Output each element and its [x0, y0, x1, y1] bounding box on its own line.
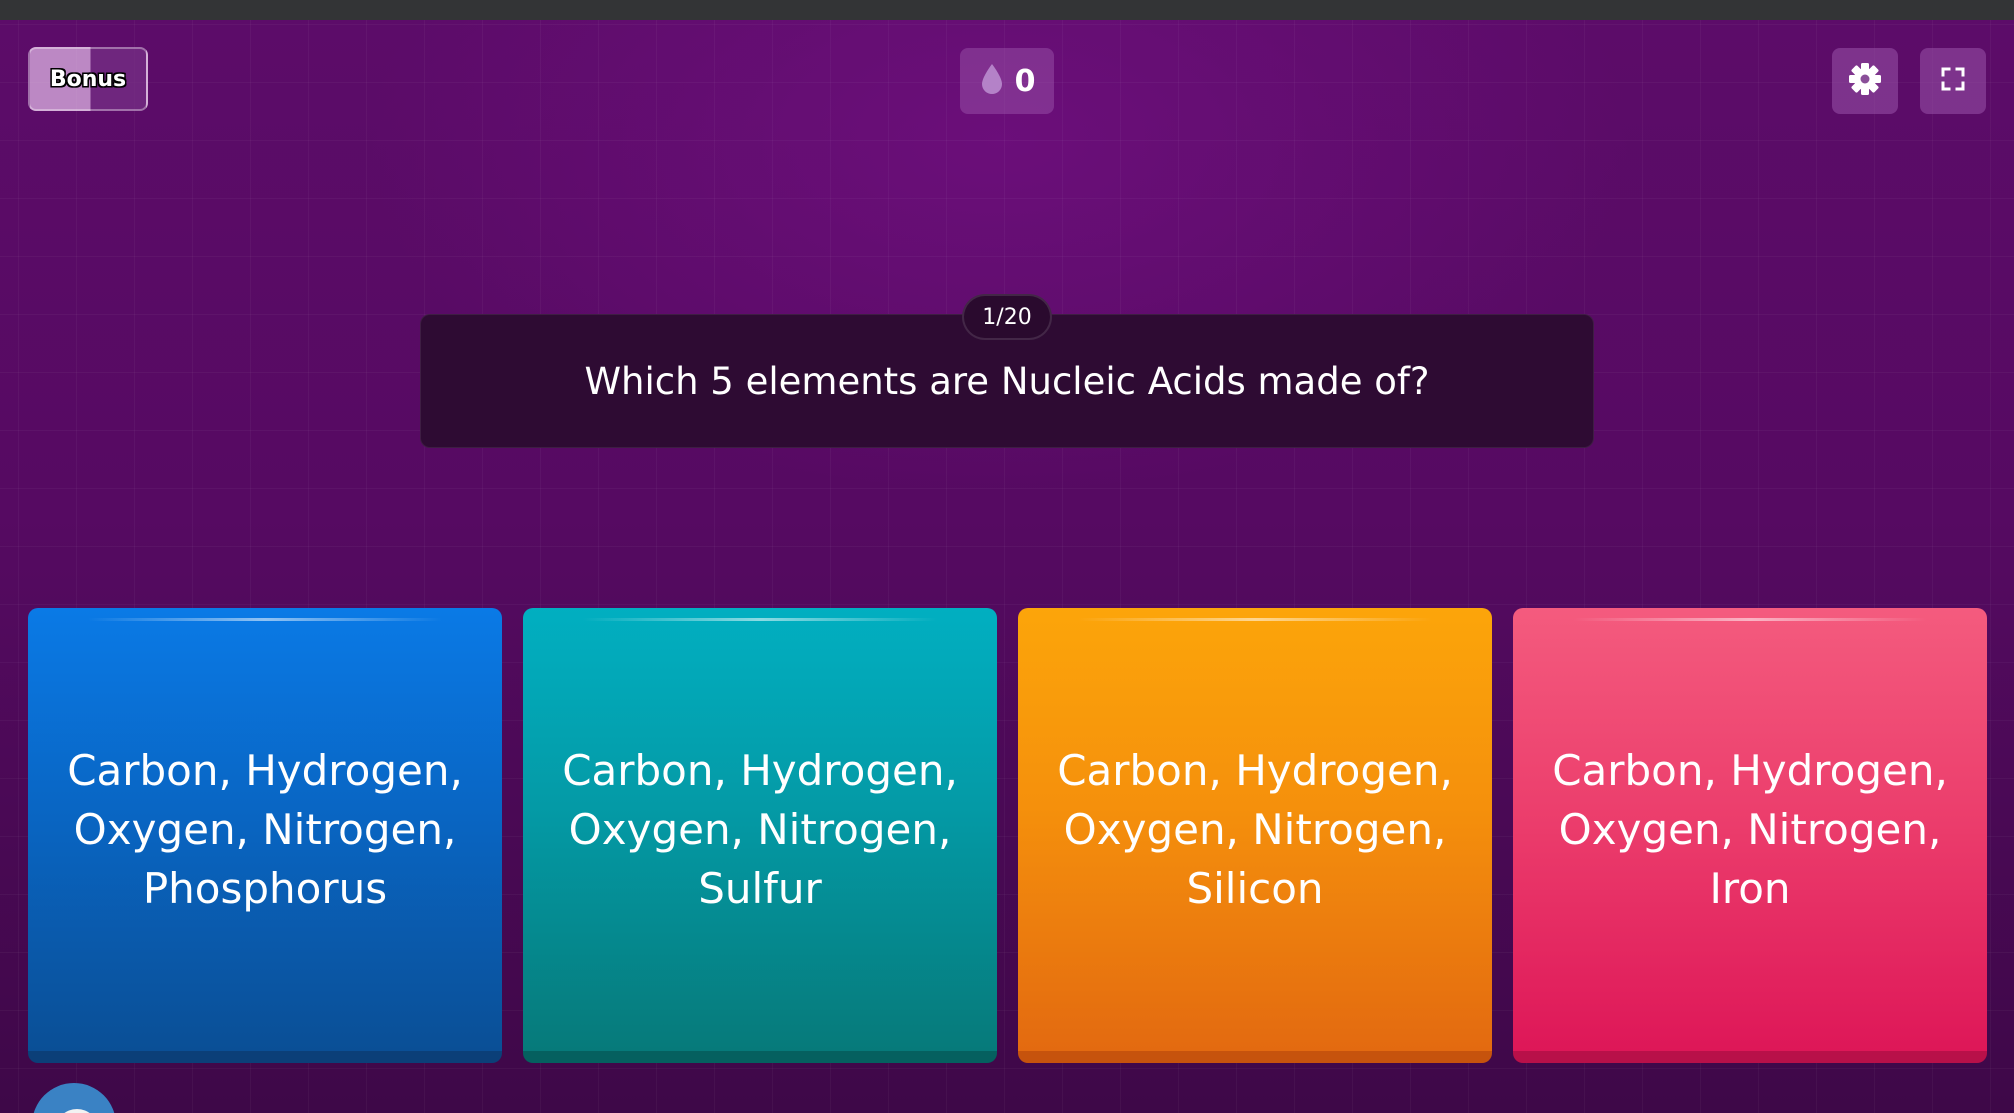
browser-top-bar	[0, 0, 2014, 20]
avatar-face	[56, 1109, 98, 1113]
streak-count: 0	[1014, 63, 1036, 99]
streak-counter: 0	[960, 48, 1054, 114]
answer-option-1[interactable]: Carbon, Hydrogen, Oxygen, Nitrogen, Phos…	[28, 608, 502, 1063]
fullscreen-icon	[1940, 66, 1966, 96]
question-text: Which 5 elements are Nucleic Acids made …	[584, 359, 1430, 403]
quiz-stage: Bonus 0 1/20 Which 5 elements are Nuclei…	[0, 20, 2014, 1113]
fullscreen-button[interactable]	[1920, 48, 1986, 114]
question-counter: 1/20	[962, 294, 1052, 340]
bonus-button[interactable]: Bonus	[28, 47, 148, 111]
answer-option-text: Carbon, Hydrogen, Oxygen, Nitrogen, Sulf…	[562, 746, 958, 913]
gear-icon	[1848, 62, 1882, 100]
answer-option-2[interactable]: Carbon, Hydrogen, Oxygen, Nitrogen, Sulf…	[523, 608, 997, 1063]
bonus-label: Bonus	[49, 66, 127, 92]
answer-option-3[interactable]: Carbon, Hydrogen, Oxygen, Nitrogen, Sili…	[1018, 608, 1492, 1063]
answer-option-text: Carbon, Hydrogen, Oxygen, Nitrogen, Phos…	[67, 746, 463, 913]
settings-button[interactable]	[1832, 48, 1898, 114]
answer-option-4[interactable]: Carbon, Hydrogen, Oxygen, Nitrogen, Iron	[1513, 608, 1987, 1063]
answer-option-text: Carbon, Hydrogen, Oxygen, Nitrogen, Sili…	[1057, 746, 1453, 913]
question-counter-text: 1/20	[982, 304, 1032, 330]
answer-option-text: Carbon, Hydrogen, Oxygen, Nitrogen, Iron	[1552, 746, 1948, 913]
drop-icon	[979, 62, 1005, 100]
